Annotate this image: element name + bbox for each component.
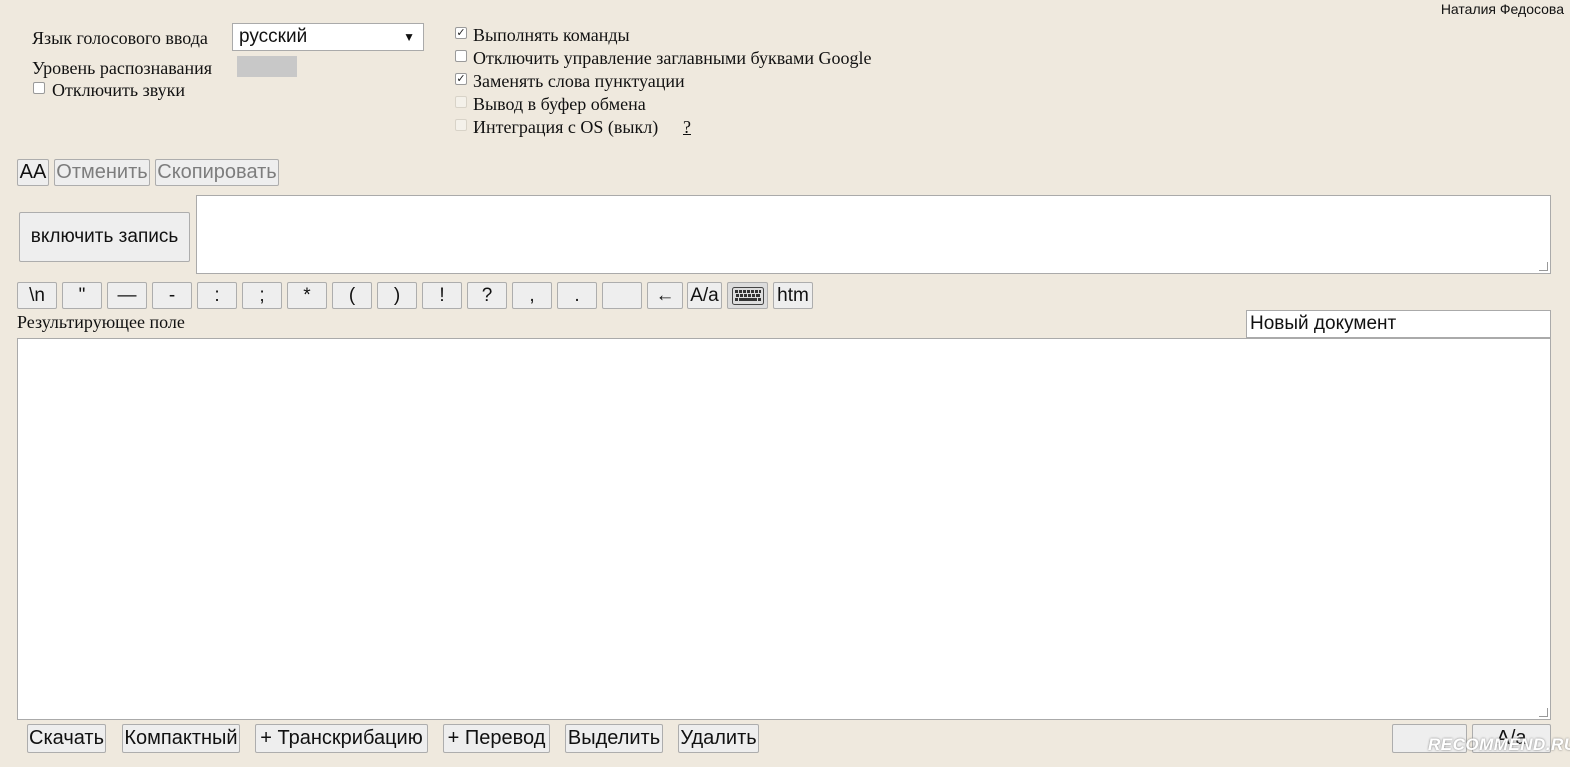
watermark-text: RECOMMEND.RU — [1428, 735, 1570, 754]
symbol-exclamation-button[interactable]: ! — [422, 282, 462, 309]
resize-handle[interactable] — [1539, 708, 1548, 717]
add-transcription-button[interactable]: + Транскрибацию — [255, 724, 428, 753]
execute-commands-label: Выполнять команды — [473, 25, 630, 45]
font-size-button[interactable]: AA — [17, 159, 49, 186]
symbol-space-button[interactable] — [602, 282, 642, 309]
keyboard-button[interactable] — [727, 282, 768, 309]
case-toggle-button[interactable]: A/a — [687, 282, 722, 309]
recognition-level-indicator — [237, 56, 297, 77]
punctuation-words-label: Заменять слова пунктуации — [473, 71, 685, 91]
clipboard-output-label: Вывод в буфер обмена — [473, 94, 646, 114]
symbol-quote-button[interactable]: " — [62, 282, 102, 309]
symbol-close-paren-button[interactable]: ) — [377, 282, 417, 309]
symbol-dash-button[interactable]: — — [107, 282, 147, 309]
document-name-input[interactable]: Новый документ — [1246, 310, 1551, 338]
select-all-button[interactable]: Выделить — [565, 724, 663, 753]
os-integration-label: Интеграция с OS (выкл) — [473, 117, 659, 137]
record-button[interactable]: включить запись — [19, 212, 190, 262]
symbol-period-button[interactable]: . — [557, 282, 597, 309]
symbol-colon-button[interactable]: : — [197, 282, 237, 309]
os-integration-checkbox — [455, 119, 467, 131]
symbol-asterisk-button[interactable]: * — [287, 282, 327, 309]
html-button[interactable]: htm — [773, 282, 813, 309]
language-label: Язык голосового ввода — [32, 28, 208, 48]
backspace-button[interactable]: ← — [647, 282, 683, 309]
punctuation-words-checkbox[interactable]: ✓ — [455, 73, 467, 85]
symbol-semicolon-button[interactable]: ; — [242, 282, 282, 309]
execute-commands-checkbox[interactable]: ✓ — [455, 27, 467, 39]
watermark-logo: RECOMMEND.RU — [1428, 735, 1570, 755]
download-button[interactable]: Скачать — [27, 724, 106, 753]
interim-text-area[interactable] — [196, 195, 1551, 274]
symbol-newline-button[interactable]: \n — [17, 282, 57, 309]
symbol-comma-button[interactable]: , — [512, 282, 552, 309]
clipboard-output-checkbox — [455, 96, 467, 108]
symbol-hyphen-button[interactable]: - — [152, 282, 192, 309]
mute-checkbox[interactable] — [33, 82, 45, 94]
chevron-down-icon: ▼ — [403, 30, 415, 44]
recognition-label: Уровень распознавания — [32, 58, 213, 78]
compact-button[interactable]: Компактный — [122, 724, 240, 753]
google-caps-label: Отключить управление заглавными буквами … — [473, 48, 872, 68]
delete-button[interactable]: Удалить — [678, 724, 759, 753]
language-select[interactable]: русский ▼ — [232, 23, 424, 51]
add-translation-button[interactable]: + Перевод — [443, 724, 550, 753]
result-text-area[interactable] — [17, 338, 1551, 720]
copy-button[interactable]: Скопировать — [155, 159, 279, 186]
language-value: русский — [239, 26, 308, 47]
resize-handle[interactable] — [1539, 262, 1548, 271]
user-name[interactable]: Наталия Федосова — [1441, 1, 1564, 17]
mute-label: Отключить звуки — [52, 80, 185, 100]
undo-button[interactable]: Отменить — [54, 159, 150, 186]
google-caps-checkbox[interactable] — [455, 50, 467, 62]
keyboard-icon — [731, 287, 764, 305]
symbol-open-paren-button[interactable]: ( — [332, 282, 372, 309]
result-label: Результирующее поле — [17, 312, 185, 332]
os-help-link[interactable]: ? — [683, 117, 691, 138]
symbol-question-button[interactable]: ? — [467, 282, 507, 309]
